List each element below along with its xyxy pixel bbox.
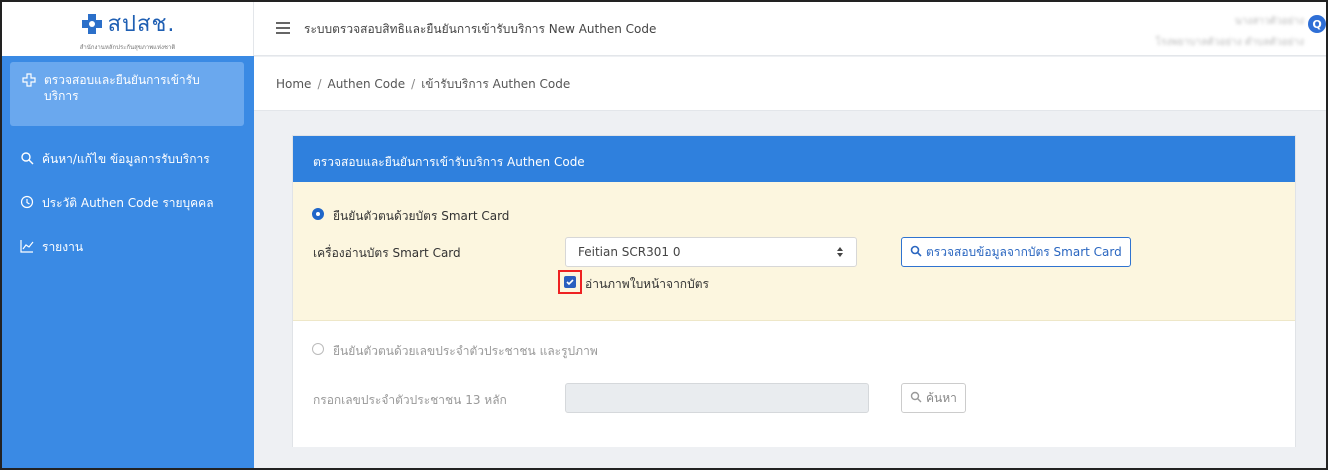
smartcard-radio[interactable] [312,208,324,220]
citizen-id-radio[interactable] [312,343,324,355]
citizen-id-label: กรอกเลขประจำตัวประชาชน 13 หลัก [313,393,507,407]
search-icon [910,245,922,260]
sidebar-item-verify-service[interactable]: ตรวจสอบและยืนยันการเข้ารับบริการ [10,62,244,126]
breadcrumb-current: เข้ารับบริการ Authen Code [421,77,571,91]
search-icon [910,391,922,406]
logo[interactable]: สปสช. สำนักงานหลักประกันสุขภาพแห่งชาติ [2,2,254,56]
user-organization: โรงพยาบาลตัวอย่าง ตำบลตัวอย่าง [1155,37,1305,48]
sidebar-item-label: ตรวจสอบและยืนยันการเข้ารับบริการ [44,73,200,103]
top-bar: ระบบตรวจสอบสิทธิและยืนยันการเข้ารับบริกา… [254,2,1326,56]
sidebar-item-label: รายงาน [42,240,84,254]
card-title: ตรวจสอบและยืนยันการเข้ารับบริการ Authen … [293,136,1295,182]
citizen-id-section: ยืนยันตัวตนด้วยเลขประจำตัวประชาชน และรูป… [293,321,1295,447]
citizen-id-radio-label[interactable]: ยืนยันตัวตนด้วยเลขประจำตัวประชาชน และรูป… [333,342,598,361]
check-smartcard-button[interactable]: ตรวจสอบข้อมูลจากบัตร Smart Card [901,237,1131,267]
sidebar-item-label: ประวัติ Authen Code รายบุคคล [42,196,214,210]
citizen-search-button[interactable]: ค้นหา [901,383,966,413]
user-name: นางสาวตัวอย่าง [1234,16,1304,27]
user-info[interactable]: นางสาวตัวอย่าง โรงพยาบาลตัวอย่าง ตำบลตัว… [1156,14,1305,50]
breadcrumb-separator: / [411,77,416,91]
citizen-search-label: ค้นหา [926,390,957,405]
logo-text: สปสช. [107,12,176,37]
sidebar-item-history[interactable]: ประวัติ Authen Code รายบุคคล [2,194,254,213]
breadcrumb: Home / Authen Code / เข้ารับบริการ Authen Co… [254,57,1326,111]
app-title: ระบบตรวจสอบสิทธิและยืนยันการเข้ารับบริกา… [304,22,657,36]
hamburger-menu-icon[interactable] [276,22,290,34]
app-window: สปสช. สำนักงานหลักประกันสุขภาพแห่งชาติ ร… [0,0,1328,470]
search-icon [20,151,34,165]
nhso-logo-icon [80,13,104,35]
citizen-id-input[interactable] [565,383,869,413]
sidebar: ตรวจสอบและยืนยันการเข้ารับบริการ ค้นหา/แ… [2,56,254,468]
read-face-checkbox-label[interactable]: อ่านภาพใบหน้าจากบัตร [585,275,709,294]
reader-label: เครื่องอ่านบัตร Smart Card [313,246,461,260]
card-reader-value: Feitian SCR301 0 [578,245,681,259]
breadcrumb-home[interactable]: Home [276,77,311,91]
sidebar-item-reports[interactable]: รายงาน [2,238,254,257]
chart-icon [20,239,34,253]
smartcard-section: ยืนยันตัวตนด้วยบัตร Smart Card เครื่องอ่… [293,182,1295,321]
history-icon [20,195,34,209]
checkmark-icon [566,279,574,286]
select-arrows-icon [836,246,844,258]
plus-cross-icon [22,73,36,87]
authen-card: ตรวจสอบและยืนยันการเข้ารับบริการ Authen … [292,135,1296,447]
user-avatar[interactable]: Q [1308,15,1326,33]
card-reader-select[interactable]: Feitian SCR301 0 [565,237,857,267]
breadcrumb-authen-code[interactable]: Authen Code [327,77,405,91]
check-smartcard-label: ตรวจสอบข้อมูลจากบัตร Smart Card [926,244,1122,259]
smartcard-radio-label[interactable]: ยืนยันตัวตนด้วยบัตร Smart Card [333,207,509,226]
read-face-checkbox[interactable] [564,276,576,288]
logo-subtitle: สำนักงานหลักประกันสุขภาพแห่งชาติ [79,44,176,51]
sidebar-item-search-edit[interactable]: ค้นหา/แก้ไข ข้อมูลการรับบริการ [2,150,254,169]
breadcrumb-separator: / [317,77,322,91]
highlight-box [558,270,582,294]
sidebar-item-label: ค้นหา/แก้ไข ข้อมูลการรับบริการ [42,152,210,166]
